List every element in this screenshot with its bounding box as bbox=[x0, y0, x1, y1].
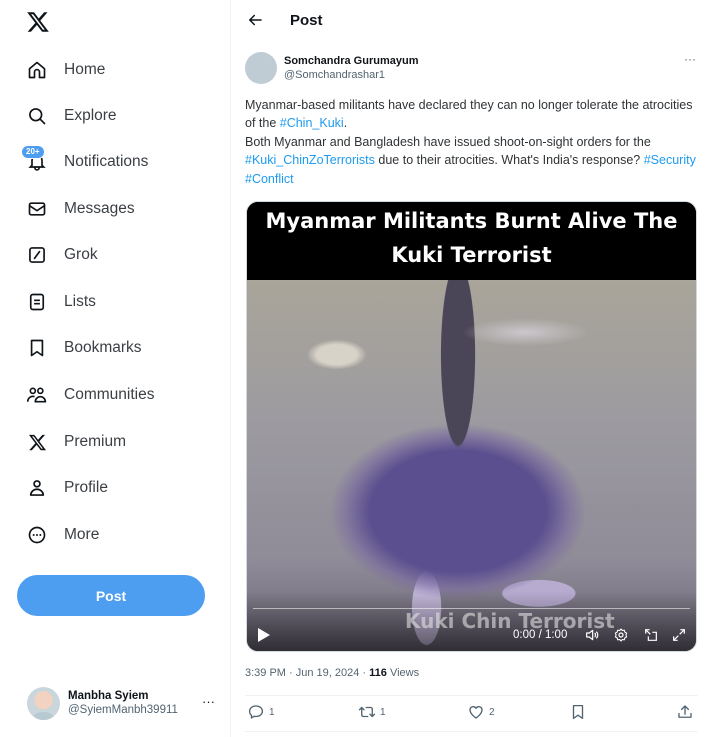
x-logo-icon[interactable] bbox=[26, 10, 50, 34]
sidebar-item-label: Grok bbox=[64, 246, 98, 263]
hashtag-link[interactable]: #Chin_Kuki bbox=[280, 116, 344, 130]
picture-in-picture-icon[interactable] bbox=[643, 627, 659, 643]
account-switcher[interactable]: Manbha Syiem @SyiemManbh39911 ··· bbox=[27, 686, 217, 720]
main-column: Post Somchandra Gurumayum @Somchandrasha… bbox=[232, 0, 710, 737]
text-run: Both Myanmar and Bangladesh have issued … bbox=[245, 134, 651, 149]
home-icon bbox=[26, 59, 48, 81]
post-actions: 1 1 2 bbox=[245, 703, 698, 725]
sidebar-item-profile[interactable]: Profile bbox=[26, 473, 108, 503]
hashtag-link[interactable]: #Conflict bbox=[245, 172, 294, 186]
sidebar-item-premium[interactable]: Premium bbox=[26, 427, 126, 457]
communities-icon bbox=[26, 384, 48, 406]
reply-count: 1 bbox=[269, 706, 275, 718]
page-header: Post bbox=[232, 0, 710, 42]
person-icon bbox=[26, 477, 48, 499]
list-icon bbox=[26, 291, 48, 313]
post-button[interactable]: Post bbox=[17, 575, 205, 616]
sidebar-item-bookmarks[interactable]: Bookmarks bbox=[26, 333, 142, 363]
heart-icon bbox=[469, 706, 483, 719]
post-time[interactable]: 3:39 PM bbox=[245, 667, 286, 679]
repost-count: 1 bbox=[380, 706, 386, 718]
settings-gear-icon[interactable] bbox=[613, 627, 629, 643]
video-title-banner: Myanmar Militants Burnt Alive The Kuki T… bbox=[247, 202, 696, 280]
grok-icon bbox=[26, 244, 48, 266]
hashtag-link[interactable]: #Security bbox=[644, 153, 696, 167]
post-more-icon[interactable]: ··· bbox=[684, 52, 696, 66]
sidebar-item-label: Home bbox=[64, 61, 106, 78]
sidebar-item-messages[interactable]: Messages bbox=[26, 194, 135, 224]
bookmark-button[interactable] bbox=[569, 703, 587, 721]
notifications-badge: 20+ bbox=[21, 145, 45, 159]
page-title: Post bbox=[290, 12, 323, 29]
sidebar-item-home[interactable]: Home bbox=[26, 55, 105, 85]
bookmark-icon bbox=[26, 337, 48, 359]
repost-button[interactable]: 1 bbox=[358, 703, 386, 721]
x-icon bbox=[26, 431, 48, 453]
reply-button[interactable]: 1 bbox=[247, 703, 275, 721]
video-player[interactable]: Myanmar Militants Burnt Alive The Kuki T… bbox=[246, 201, 697, 652]
search-icon bbox=[26, 105, 48, 127]
fullscreen-icon[interactable] bbox=[671, 627, 687, 643]
sidebar-item-label: Lists bbox=[64, 293, 96, 310]
post-text: Myanmar-based militants have declared th… bbox=[245, 96, 700, 188]
repost-icon bbox=[358, 706, 376, 718]
reply-icon bbox=[248, 705, 264, 719]
video-title-line: Myanmar Militants Burnt Alive The bbox=[265, 209, 678, 233]
post-meta: 3:39 PM · Jun 19, 2024 · 116 Views bbox=[245, 667, 419, 679]
separator: · bbox=[359, 667, 370, 679]
sidebar-item-label: Explore bbox=[64, 107, 117, 124]
video-progress-bar[interactable] bbox=[253, 608, 690, 609]
avatar bbox=[27, 686, 60, 720]
envelope-icon bbox=[26, 198, 48, 220]
share-button[interactable] bbox=[676, 703, 694, 721]
sidebar-item-explore[interactable]: Explore bbox=[26, 101, 117, 131]
views-count: 116 bbox=[369, 667, 387, 679]
views-label: Views bbox=[386, 667, 420, 679]
sidebar-item-label: Bookmarks bbox=[64, 339, 142, 356]
sidebar-item-label: More bbox=[64, 526, 100, 543]
more-circle-icon bbox=[26, 524, 48, 546]
sidebar-item-label: Premium bbox=[64, 433, 127, 450]
post-paragraph-2: Both Myanmar and Bangladesh have issued … bbox=[245, 133, 700, 188]
sidebar-item-notifications[interactable]: 20+ Notifications bbox=[21, 145, 149, 177]
hashtag-link[interactable]: #Kuki_ChinZoTerrorists bbox=[245, 153, 375, 167]
sidebar: Home Explore 20+ Notifications Messages … bbox=[0, 0, 231, 737]
video-time: 0:00 / 1:00 bbox=[513, 629, 568, 641]
account-name: Manbha Syiem bbox=[68, 690, 149, 702]
divider bbox=[245, 695, 698, 696]
sidebar-item-lists[interactable]: Lists bbox=[26, 287, 96, 317]
account-more-icon[interactable]: ··· bbox=[202, 694, 215, 709]
bell-icon: 20+ bbox=[21, 145, 48, 173]
sidebar-item-communities[interactable]: Communities bbox=[26, 380, 154, 410]
post-author[interactable]: Somchandra Gurumayum @Somchandrashar1 bbox=[245, 52, 418, 84]
sidebar-item-grok[interactable]: Grok bbox=[26, 240, 98, 270]
text-run: . bbox=[343, 116, 348, 131]
bookmark-icon bbox=[572, 704, 584, 720]
volume-icon[interactable] bbox=[584, 627, 600, 643]
like-count: 2 bbox=[489, 706, 495, 718]
sidebar-item-label: Messages bbox=[64, 200, 135, 217]
share-icon bbox=[678, 705, 692, 718]
account-handle: @SyiemManbh39911 bbox=[68, 704, 178, 716]
post-date[interactable]: Jun 19, 2024 bbox=[296, 667, 360, 679]
author-avatar[interactable] bbox=[245, 52, 277, 84]
sidebar-item-more[interactable]: More bbox=[26, 520, 99, 550]
sidebar-item-label: Profile bbox=[64, 479, 108, 496]
video-title-line: Kuki Terrorist bbox=[391, 243, 552, 267]
text-run: due to their atrocities. What's India's … bbox=[374, 153, 644, 168]
author-handle[interactable]: @Somchandrashar1 bbox=[284, 69, 418, 81]
sidebar-item-label: Notifications bbox=[64, 153, 149, 170]
divider bbox=[245, 731, 698, 732]
separator: · bbox=[285, 667, 296, 679]
like-button[interactable]: 2 bbox=[467, 703, 495, 721]
post-paragraph-1: Myanmar-based militants have declared th… bbox=[245, 96, 700, 133]
back-arrow-icon[interactable] bbox=[246, 11, 264, 29]
play-icon[interactable] bbox=[257, 627, 271, 643]
author-name[interactable]: Somchandra Gurumayum bbox=[284, 55, 418, 67]
sidebar-item-label: Communities bbox=[64, 386, 155, 403]
